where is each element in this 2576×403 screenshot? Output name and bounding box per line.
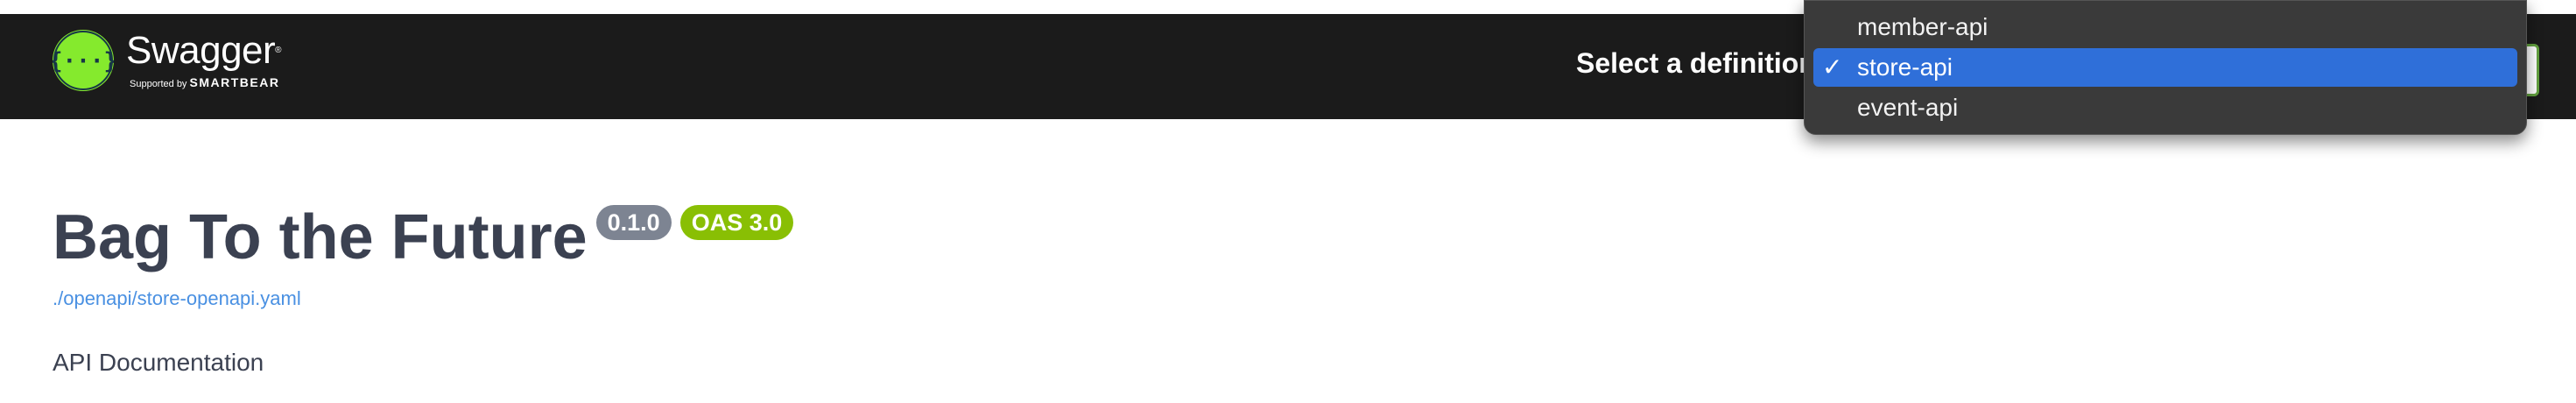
version-badge: 0.1.0: [595, 205, 672, 240]
dropdown-option-label: member-api: [1857, 13, 1988, 40]
dropdown-option-member-api[interactable]: member-api: [1813, 8, 2517, 46]
logo-trademark: ®: [275, 46, 282, 55]
dropdown-option-event-api[interactable]: event-api: [1813, 88, 2517, 127]
oas-badge: OAS 3.0: [679, 205, 794, 240]
logo-supported-by: Supported by: [130, 79, 187, 89]
svg-text:{···}: {···}: [53, 48, 114, 74]
api-description: API Documentation: [53, 349, 264, 376]
swagger-braces-icon: {···}: [53, 30, 114, 91]
definition-dropdown-menu: member-api ✓ store-api event-api: [1804, 0, 2527, 135]
dropdown-option-label: store-api: [1857, 53, 1953, 81]
api-title: Bag To the Future: [53, 202, 588, 272]
info-title-row: Bag To the Future 0.1.0 OAS 3.0: [53, 198, 794, 277]
checkmark-icon: ✓: [1822, 53, 1843, 81]
swagger-logo[interactable]: {···} Swagger® Supported by SMARTBEAR: [53, 29, 282, 91]
spec-url-link[interactable]: ./openapi/store-openapi.yaml: [53, 287, 301, 310]
logo-company: SMARTBEAR: [189, 75, 280, 89]
dropdown-option-label: event-api: [1857, 94, 1959, 121]
dropdown-option-store-api[interactable]: ✓ store-api: [1813, 48, 2517, 87]
definition-label: Select a definition: [1576, 47, 1816, 79]
logo-name: Swagger: [126, 29, 276, 72]
logo-text: Swagger® Supported by SMARTBEAR: [126, 29, 282, 90]
